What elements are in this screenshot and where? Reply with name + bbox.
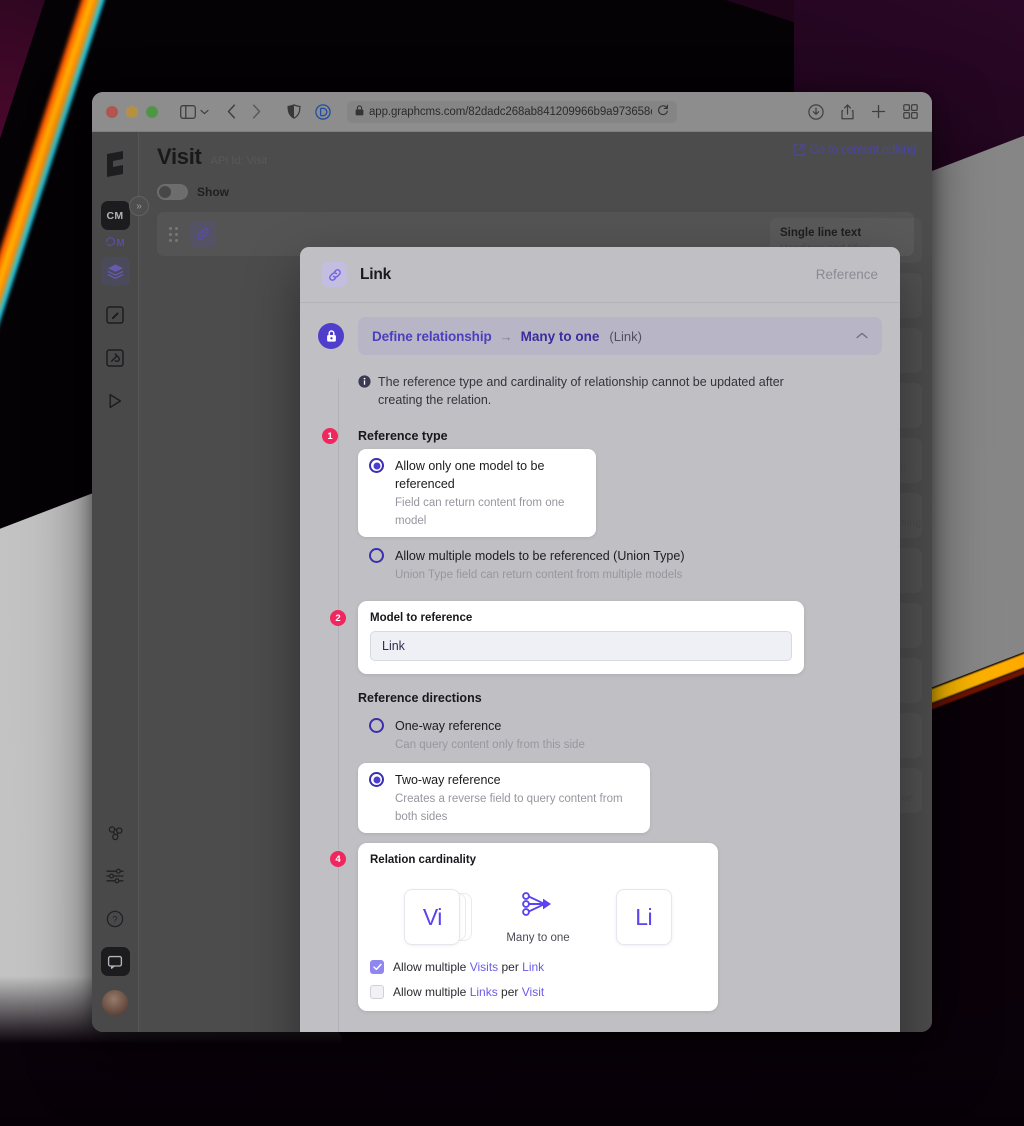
right-model-box: Li	[615, 889, 672, 945]
relation-cardinality-label: Relation cardinality	[370, 854, 477, 866]
option-desc: Creates a reverse field to query content…	[395, 793, 623, 823]
radio-icon[interactable]	[369, 718, 384, 733]
marker-1: 1	[322, 428, 338, 444]
many-to-one-icon	[521, 890, 555, 923]
model-to-reference-value: Link	[382, 639, 405, 653]
radio-icon[interactable]	[369, 458, 384, 473]
info-note-text: The reference type and cardinality of re…	[378, 375, 784, 407]
allow-multiple-links-label: Allow multiple Links per Visit	[393, 985, 544, 999]
modal-header: Link Reference	[300, 247, 900, 303]
cb0-strong1: Visits	[469, 960, 499, 974]
option-title: One-way reference	[395, 719, 502, 733]
option-desc: Can query content only from this side	[395, 739, 585, 751]
cardinality-visualization: Vi Many to one Li	[370, 873, 706, 949]
step-1-content: The reference type and cardinality of re…	[318, 355, 882, 1032]
marker-2: 2	[330, 610, 346, 626]
allow-multiple-visits-label: Allow multiple Visits per Link	[393, 960, 544, 974]
chevron-up-icon[interactable]	[856, 330, 868, 342]
marker-4: 4	[330, 851, 346, 867]
model-to-reference-label: Model to reference	[370, 612, 473, 624]
option-title: Two-way reference	[395, 773, 501, 787]
cb0-prefix: Allow multiple	[393, 960, 470, 974]
allow-multiple-links-row[interactable]: Allow multiple Links per Visit	[370, 985, 706, 999]
link-icon	[322, 262, 347, 287]
cardinality-label: Many to one	[506, 932, 570, 944]
step-define-relationship-bar[interactable]: Define relationship → Many to one (Link)	[358, 317, 882, 355]
radio-icon[interactable]	[369, 772, 384, 787]
reference-type-label-text: Reference type	[358, 429, 448, 443]
reference-directions-label-text: Reference directions	[358, 691, 482, 705]
allow-multiple-visits-row[interactable]: Allow multiple Visits per Link	[370, 960, 706, 974]
cb1-middle: per	[497, 985, 522, 999]
step-value: Many to one	[520, 328, 600, 344]
reference-type-option-union[interactable]: Allow multiple models to be referenced (…	[358, 539, 882, 591]
cb0-middle: per	[498, 960, 523, 974]
info-icon	[358, 375, 371, 409]
cardinality-middle: Many to one	[506, 890, 570, 944]
browser-window: app.graphcms.com/82dadc268ab841209966b9a…	[92, 92, 932, 1032]
option-desc: Union Type field can return content from…	[395, 569, 683, 581]
step-paren: (Link)	[609, 328, 642, 344]
reference-directions-label: Reference directions	[358, 691, 882, 705]
modal-field-kind: Reference	[815, 267, 878, 282]
option-desc: Field can return content from one model	[395, 497, 565, 527]
arrow-icon: →	[499, 328, 513, 344]
reference-direction-two-way[interactable]: 3 Two-way reference Creates a reverse fi…	[358, 763, 650, 833]
option-title: Allow only one model to be referenced	[395, 459, 545, 491]
checkbox-icon[interactable]	[370, 985, 384, 999]
cb1-prefix: Allow multiple	[393, 985, 470, 999]
checkbox-icon[interactable]	[370, 960, 384, 974]
modal-body: Define relationship → Many to one (Link)…	[300, 303, 900, 1032]
step-define-relationship[interactable]: Define relationship → Many to one (Link)	[318, 317, 882, 355]
reference-type-label: 1 Reference type	[322, 428, 882, 444]
info-note: The reference type and cardinality of re…	[358, 373, 788, 409]
step-label: Define relationship	[372, 328, 492, 344]
left-model-stack: Vi	[404, 889, 473, 945]
reference-type-option-one-model[interactable]: Allow only one model to be referenced Fi…	[358, 449, 596, 537]
model-to-reference-select[interactable]: Link	[370, 631, 792, 661]
relation-cardinality-card: 4 Relation cardinality Vi Many to one Li…	[330, 843, 718, 1011]
step-connector-line	[338, 379, 339, 1032]
modal-title: Link	[360, 265, 392, 283]
left-model-box: Vi	[404, 889, 461, 945]
radio-icon[interactable]	[369, 548, 384, 563]
option-title: Allow multiple models to be referenced (…	[395, 549, 685, 563]
cb0-strong2: Link	[522, 960, 545, 974]
cb1-strong1: Links	[469, 985, 498, 999]
reference-direction-one-way[interactable]: One-way reference Can query content only…	[358, 709, 882, 761]
lock-icon	[318, 323, 344, 349]
model-to-reference-card: 2 Model to reference Link	[330, 601, 804, 674]
cb1-strong2: Visit	[521, 985, 545, 999]
reference-field-modal: Link Reference Define relationship → Man…	[300, 247, 900, 1032]
